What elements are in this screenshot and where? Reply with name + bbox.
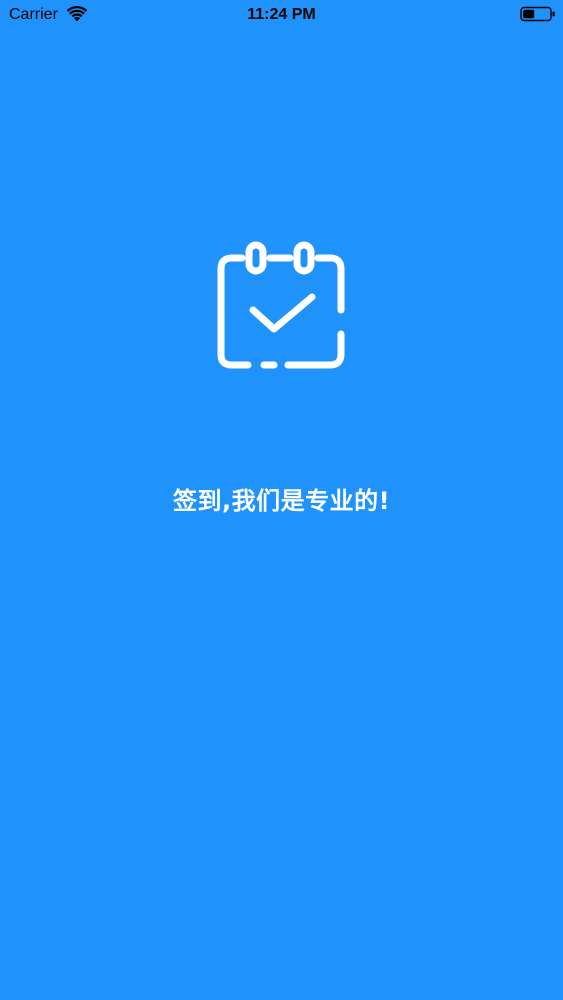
splash-screen: Carrier 11:24 PM 签到,我们是专业的! bbox=[0, 0, 563, 1000]
status-time: 11:24 PM bbox=[247, 6, 316, 23]
status-bar: Carrier 11:24 PM bbox=[0, 0, 563, 30]
calendar-check-icon bbox=[217, 241, 345, 369]
slogan-text: 签到,我们是专业的! bbox=[172, 487, 391, 515]
battery-icon bbox=[520, 6, 555, 22]
